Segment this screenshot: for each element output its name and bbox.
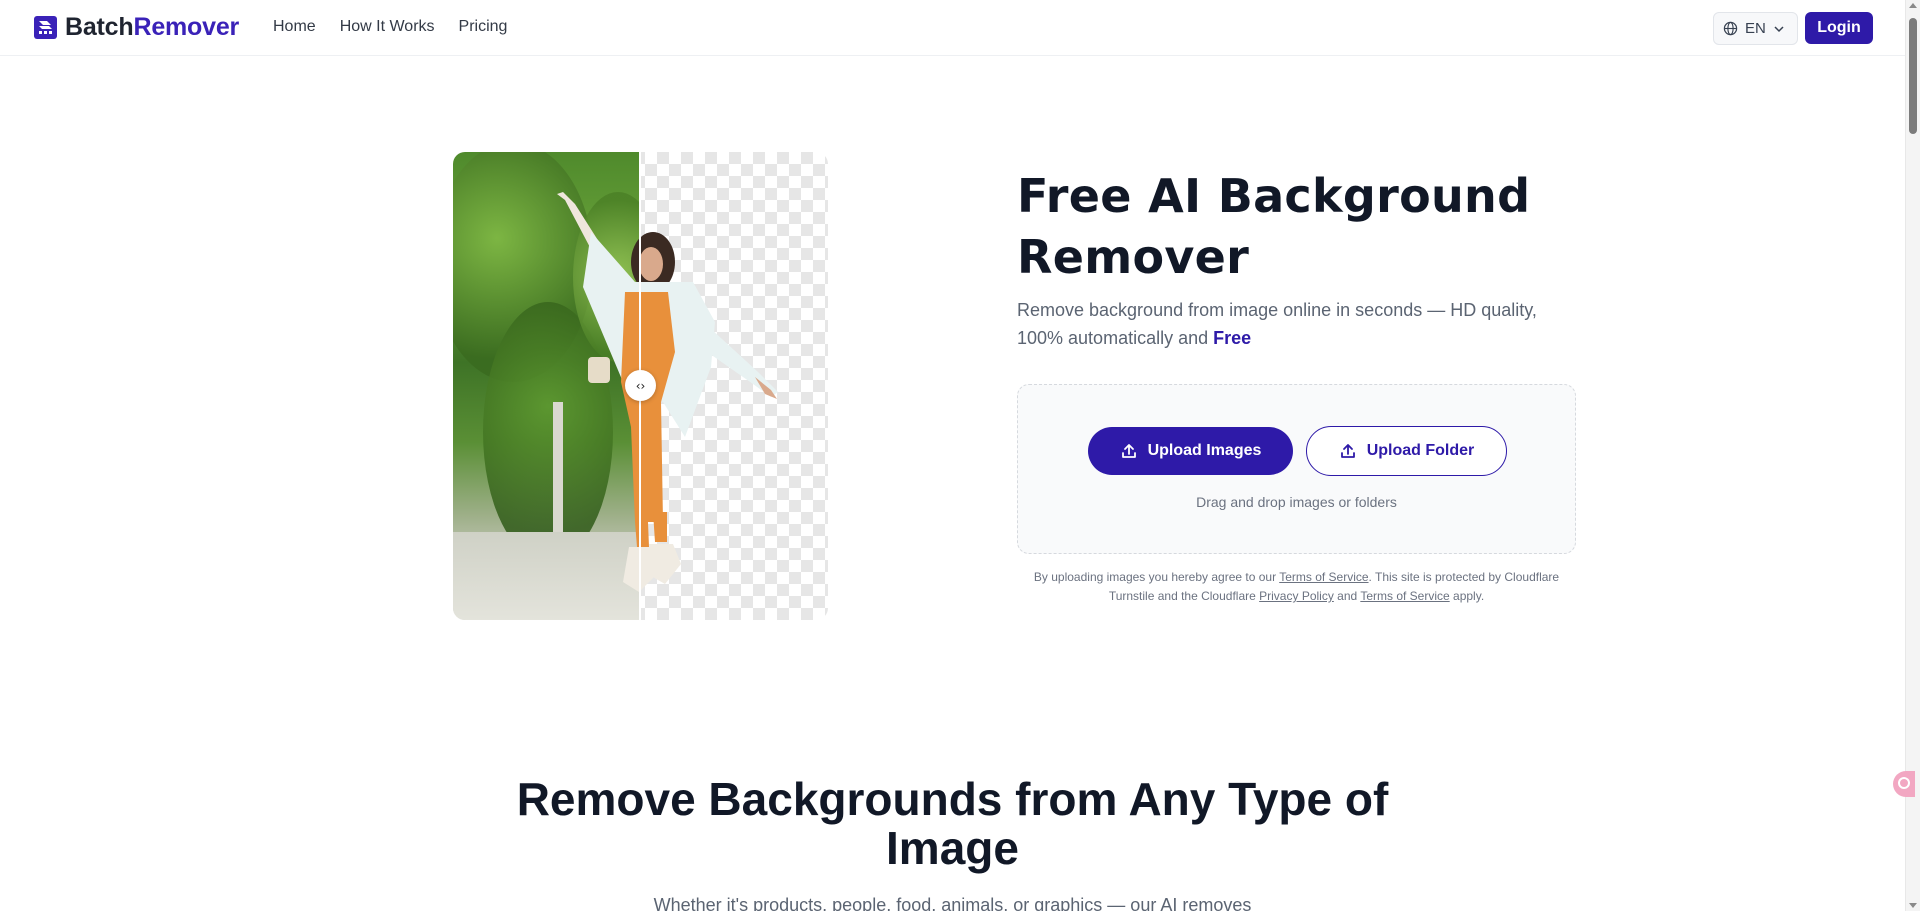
language-code: EN xyxy=(1745,20,1766,37)
scroll-thumb[interactable] xyxy=(1909,18,1917,134)
chevron-down-icon xyxy=(1774,25,1784,32)
language-selector[interactable]: EN xyxy=(1713,12,1798,45)
upload-dropzone[interactable]: Upload Images Upload Folder Drag and dro… xyxy=(1017,384,1576,554)
upload-folder-button[interactable]: Upload Folder xyxy=(1306,426,1507,476)
nav-home[interactable]: Home xyxy=(273,17,316,37)
legal-text: By uploading images you hereby agree to … xyxy=(1033,570,1277,584)
hero-free-highlight: Free xyxy=(1213,328,1252,348)
privacy-policy-link[interactable]: Privacy Policy xyxy=(1259,589,1334,603)
scroll-down-arrow[interactable] xyxy=(1909,903,1917,908)
drop-hint: Drag and drop images or folders xyxy=(1196,494,1397,510)
upload-images-label: Upload Images xyxy=(1147,442,1262,459)
upload-icon xyxy=(1121,444,1136,458)
nav-pricing[interactable]: Pricing xyxy=(459,17,508,37)
legal-text: and xyxy=(1337,589,1358,603)
terms-link[interactable]: Terms of Service xyxy=(1279,570,1368,584)
login-button[interactable]: Login xyxy=(1805,12,1873,44)
brand-logo[interactable]: BatchRemover xyxy=(33,13,240,41)
nav-how-it-works[interactable]: How It Works xyxy=(340,17,435,37)
scroll-up-arrow[interactable] xyxy=(1909,3,1917,8)
upload-icon xyxy=(1340,444,1355,458)
compare-handle-icon[interactable]: ‹› xyxy=(625,370,656,401)
globe-icon xyxy=(1723,21,1738,36)
legal-notice: By uploading images you hereby agree to … xyxy=(1017,568,1576,606)
legal-text: apply. xyxy=(1453,589,1485,603)
top-header: BatchRemover Home How It Works Pricing E… xyxy=(0,0,1905,56)
hero-subtitle-text: Remove background from image online in s… xyxy=(1017,300,1537,348)
section-title: Remove Backgrounds from Any Type of Imag… xyxy=(516,773,1389,874)
brand-name: BatchRemover xyxy=(65,13,240,41)
hero-subtitle: Remove background from image online in s… xyxy=(1017,296,1577,352)
upload-images-button[interactable]: Upload Images xyxy=(1088,427,1293,475)
before-after-comparison[interactable]: ‹› xyxy=(453,152,828,620)
cloudflare-terms-link[interactable]: Terms of Service xyxy=(1360,589,1449,603)
page-title: Free AI Background Remover xyxy=(1017,169,1531,284)
floating-widget-button[interactable] xyxy=(1893,771,1915,797)
section-subtitle: Whether it's products, people, food, ani… xyxy=(653,895,1252,911)
upload-folder-label: Upload Folder xyxy=(1366,442,1475,459)
main-nav: Home How It Works Pricing xyxy=(273,17,531,37)
logo-icon xyxy=(34,16,57,39)
